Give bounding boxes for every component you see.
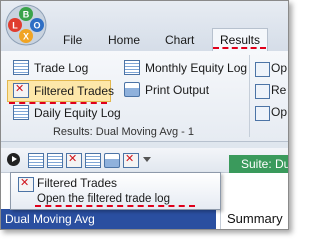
trade-log-icon: [13, 60, 29, 75]
app-window: B L O X File Home Chart Results Trade Lo…: [0, 0, 289, 230]
tooltip-description: Open the filtered trade log: [37, 193, 170, 205]
tooltip-title: Filtered Trades: [37, 176, 118, 190]
filtered-trades-icon: [13, 82, 29, 98]
tooltip-filtered-trades-icon: [18, 176, 34, 192]
monthly-equity-log-icon: [124, 60, 140, 75]
filtered-trades-highlight-underline: [9, 102, 107, 104]
monthly-equity-log-label: Monthly Equity Log: [145, 60, 248, 75]
logo-letter-o: O: [33, 21, 40, 31]
run-icon[interactable]: [7, 153, 20, 166]
print-output-icon: [124, 82, 140, 97]
monthly-equity-log-button[interactable]: Monthly Equity Log: [124, 60, 247, 75]
tab-file[interactable]: File: [63, 33, 82, 47]
tab-home[interactable]: Home: [108, 33, 140, 47]
tooltip-highlight-underline: [35, 205, 195, 207]
logo-letter-b: B: [23, 10, 30, 20]
print-output-button[interactable]: Print Output: [124, 82, 209, 97]
results-tab-highlight-underline: [213, 47, 266, 49]
side-item-3-icon[interactable]: [255, 106, 270, 121]
selected-list-item[interactable]: Dual Moving Avg: [1, 209, 216, 229]
ribbon-group-separator: [249, 55, 250, 137]
logo-letter-l: L: [12, 21, 18, 31]
side-item-2-label[interactable]: Re: [271, 83, 286, 97]
side-item-1-icon[interactable]: [255, 62, 270, 77]
side-item-2-icon[interactable]: [255, 84, 270, 99]
filtered-trades-label: Filtered Trades: [34, 83, 115, 98]
print-output-label: Print Output: [145, 82, 210, 97]
trade-log-toolbar-icon[interactable]: [28, 153, 44, 168]
equity-log-toolbar-icon[interactable]: [47, 153, 63, 168]
ribbon-group-label: Results: Dual Moving Avg - 1: [52, 126, 195, 138]
side-item-1-label[interactable]: Op: [271, 61, 287, 75]
blox-logo-icon[interactable]: B L O X: [5, 4, 47, 46]
suite-tab[interactable]: Suite: Dual: [229, 155, 288, 173]
close-results-toolbar-icon[interactable]: [123, 152, 139, 168]
summary-report-label[interactable]: Summary R: [227, 211, 288, 229]
tab-chart[interactable]: Chart: [165, 33, 194, 47]
daily-log-toolbar-icon[interactable]: [85, 153, 101, 168]
trade-log-button[interactable]: Trade Log: [13, 60, 88, 75]
ribbon-tab-strip: B L O X File Home Chart Results: [1, 1, 288, 52]
daily-equity-log-button[interactable]: Daily Equity Log: [13, 105, 121, 120]
filtered-trades-button-content[interactable]: Filtered Trades: [13, 82, 115, 98]
daily-equity-log-label: Daily Equity Log: [34, 105, 121, 120]
daily-equity-log-icon: [13, 105, 29, 120]
chevron-down-icon[interactable]: [143, 157, 151, 163]
print-toolbar-icon[interactable]: [104, 153, 120, 168]
trade-log-label: Trade Log: [34, 60, 89, 75]
filtered-trades-toolbar-icon[interactable]: [66, 152, 82, 168]
logo-letter-x: X: [23, 32, 29, 42]
side-item-3-label[interactable]: Op: [271, 105, 287, 119]
